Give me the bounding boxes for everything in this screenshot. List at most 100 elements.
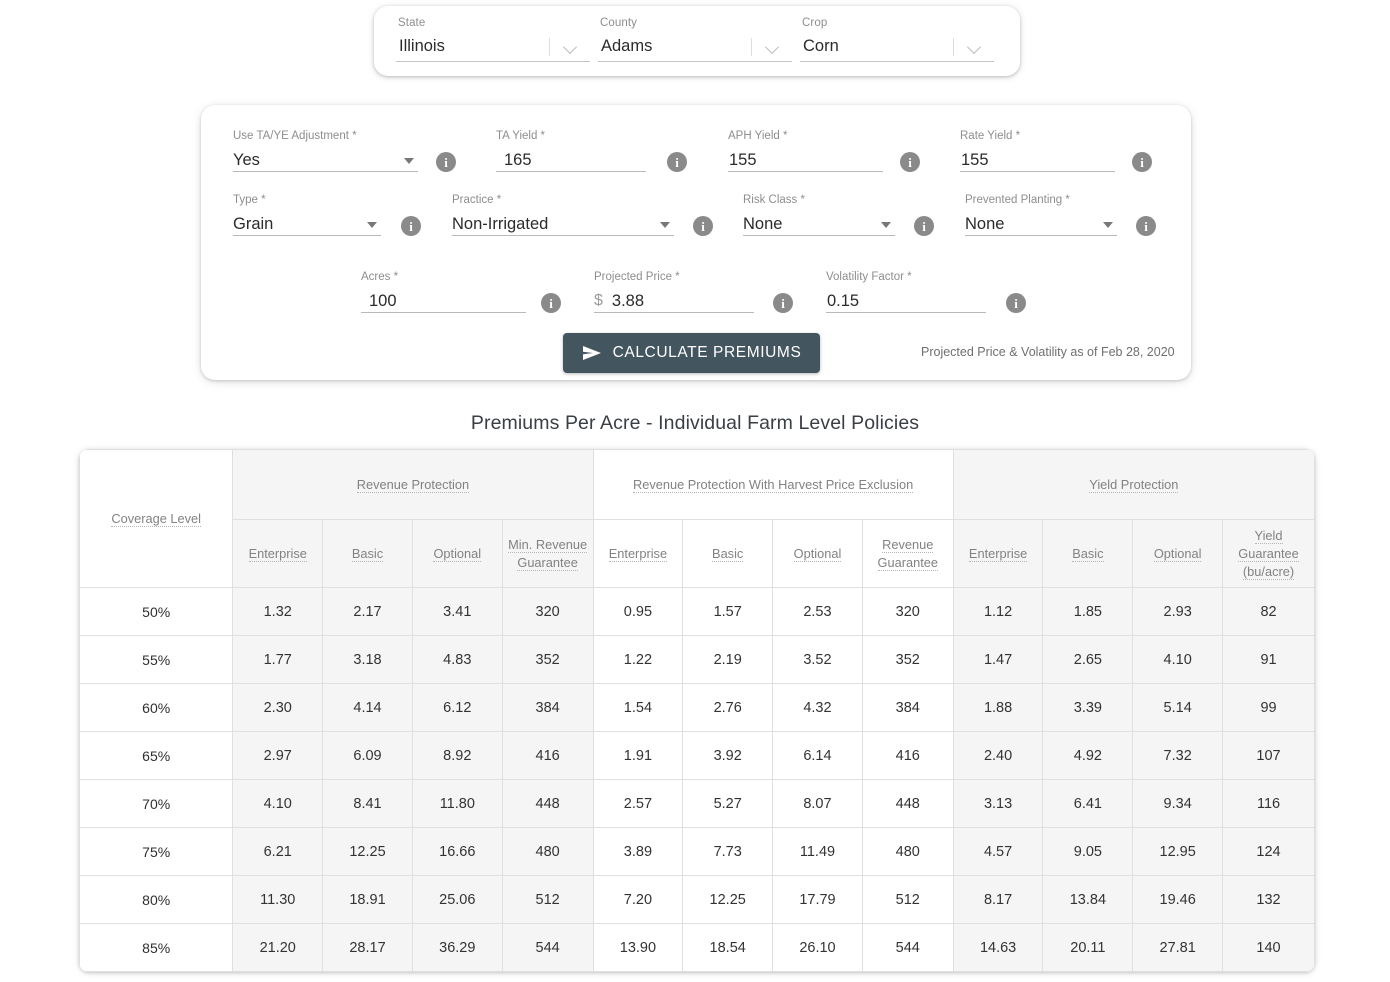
field-type[interactable]: Type * Grain — [233, 193, 381, 236]
header-group-revenue-protection-hpe[interactable]: Revenue Protection With Harvest Price Ex… — [592, 449, 954, 520]
caret-down-icon[interactable] — [1103, 222, 1113, 228]
info-icon[interactable]: i — [1136, 216, 1156, 236]
cell-premium-value: 8.41 — [322, 779, 413, 828]
header-label: Enterprise — [248, 545, 307, 562]
cell-premium-value: 1.22 — [592, 635, 684, 684]
cell-premium-value: 352 — [861, 635, 954, 684]
field-label: TA Yield * — [496, 130, 546, 142]
cell-premium-value: 16.66 — [411, 827, 503, 876]
header-label: Yield Guarantee (bu/acre) — [1238, 527, 1299, 580]
field-value[interactable]: 100 — [361, 290, 526, 312]
field-value[interactable]: 155 — [960, 149, 1115, 171]
cell-premium-value: 2.65 — [1042, 635, 1134, 684]
cell-premium-value: 2.30 — [232, 683, 324, 732]
info-icon[interactable]: i — [401, 216, 421, 236]
state-selector[interactable]: State Illinois — [396, 16, 590, 62]
header-yp-yield-guarantee[interactable]: Yield Guarantee (bu/acre) — [1222, 519, 1315, 588]
header-group-revenue-protection[interactable]: Revenue Protection — [232, 449, 594, 520]
state-value: Illinois — [399, 37, 445, 55]
table-title: Premiums Per Acre - Individual Farm Leve… — [470, 412, 920, 434]
send-arrow-icon — [582, 346, 601, 360]
cell-premium-value: 5.27 — [682, 779, 774, 828]
header-rp-optional[interactable]: Optional — [411, 519, 503, 588]
field-rate-yield[interactable]: Rate Yield * 155 — [960, 129, 1115, 172]
table-subheader-row: Enterprise Basic Optional Min. Revenue G… — [80, 519, 1315, 588]
header-rp-min-revenue-guarantee[interactable]: Min. Revenue Guarantee — [501, 519, 594, 588]
header-rphpe-optional[interactable]: Optional — [772, 519, 863, 588]
header-rphpe-basic[interactable]: Basic — [682, 519, 774, 588]
info-icon[interactable]: i — [914, 216, 934, 236]
header-group-yield-protection[interactable]: Yield Protection — [952, 449, 1315, 520]
cell-premium-value: 26.10 — [772, 923, 863, 972]
header-label: Basic — [712, 545, 744, 562]
field-use-ta-ye-adjustment[interactable]: Use TA/YE Adjustment * Yes — [233, 129, 418, 172]
caret-down-icon[interactable] — [404, 158, 414, 164]
info-icon[interactable]: i — [436, 152, 456, 172]
cell-premium-value: 512 — [501, 875, 594, 924]
cell-premium-value: 36.29 — [411, 923, 503, 972]
info-icon[interactable]: i — [1132, 152, 1152, 172]
info-icon[interactable]: i — [541, 293, 561, 313]
caret-down-icon[interactable] — [660, 222, 670, 228]
cell-premium-value: 480 — [501, 827, 594, 876]
field-value[interactable]: 155 — [728, 149, 883, 171]
caret-down-icon[interactable] — [367, 222, 377, 228]
cell-premium-value: 140 — [1222, 923, 1315, 972]
info-icon[interactable]: i — [1006, 293, 1026, 313]
cell-premium-value: 4.14 — [322, 683, 413, 732]
chevron-down-icon[interactable] — [968, 40, 982, 54]
cell-premium-value: 27.81 — [1132, 923, 1224, 972]
field-ta-yield[interactable]: TA Yield * 165 — [496, 129, 646, 172]
field-volatility-factor[interactable]: Volatility Factor * 0.15 — [826, 270, 986, 313]
field-value[interactable]: 0.15 — [826, 290, 986, 312]
header-label: Optional — [793, 545, 842, 562]
cell-premium-value: 13.84 — [1042, 875, 1134, 924]
cell-premium-value: 2.76 — [682, 683, 774, 732]
header-rp-basic[interactable]: Basic — [322, 519, 413, 588]
field-label: Risk Class * — [743, 194, 805, 206]
crop-value: Corn — [803, 37, 839, 55]
field-practice[interactable]: Practice * Non-Irrigated — [452, 193, 674, 236]
header-label: Revenue Guarantee — [877, 536, 939, 571]
cell-premium-value: 6.12 — [411, 683, 503, 732]
crop-selector[interactable]: Crop Corn — [800, 16, 994, 62]
calculate-premiums-button[interactable]: CALCULATE PREMIUMS — [563, 333, 820, 373]
field-label: Volatility Factor * — [826, 271, 912, 283]
field-acres[interactable]: Acres * 100 — [361, 270, 526, 313]
cell-premium-value: 6.09 — [322, 731, 413, 780]
chevron-down-icon[interactable] — [564, 40, 578, 54]
calculate-premiums-label: CALCULATE PREMIUMS — [612, 344, 802, 361]
field-prevented-planting[interactable]: Prevented Planting * None — [965, 193, 1117, 236]
cell-premium-value: 320 — [501, 587, 594, 636]
cell-premium-value: 6.14 — [772, 731, 863, 780]
info-icon[interactable]: i — [773, 293, 793, 313]
header-yp-optional[interactable]: Optional — [1132, 519, 1224, 588]
info-icon[interactable]: i — [693, 216, 713, 236]
field-value[interactable]: 165 — [496, 149, 646, 171]
header-yp-basic[interactable]: Basic — [1042, 519, 1134, 588]
cell-premium-value: 4.10 — [1132, 635, 1224, 684]
field-risk-class[interactable]: Risk Class * None — [743, 193, 895, 236]
cell-premium-value: 21.20 — [232, 923, 324, 972]
header-rphpe-enterprise[interactable]: Enterprise — [592, 519, 684, 588]
header-coverage-level[interactable]: Coverage Level — [79, 449, 234, 588]
header-rphpe-revenue-guarantee[interactable]: Revenue Guarantee — [861, 519, 954, 588]
field-aph-yield[interactable]: APH Yield * 155 — [728, 129, 883, 172]
field-value[interactable]: 3.88 — [612, 290, 754, 312]
header-label: Optional — [433, 545, 482, 562]
cell-premium-value: 6.21 — [232, 827, 324, 876]
cell-coverage-level: 60% — [79, 683, 234, 732]
info-icon[interactable]: i — [667, 152, 687, 172]
cell-premium-value: 3.13 — [952, 779, 1044, 828]
county-selector[interactable]: County Adams — [598, 16, 792, 62]
chevron-down-icon[interactable] — [766, 40, 780, 54]
header-rp-enterprise[interactable]: Enterprise — [232, 519, 324, 588]
table-row: 70% 4.10 8.41 11.80 448 2.57 5.27 8.07 448 3.13 6.… — [79, 779, 1315, 828]
cell-premium-value: 1.77 — [232, 635, 324, 684]
cell-premium-value: 4.92 — [1042, 731, 1134, 780]
caret-down-icon[interactable] — [881, 222, 891, 228]
info-icon[interactable]: i — [900, 152, 920, 172]
field-projected-price[interactable]: Projected Price * $ 3.88 — [594, 270, 754, 313]
field-label: APH Yield * — [728, 130, 788, 142]
header-yp-enterprise[interactable]: Enterprise — [952, 519, 1044, 588]
